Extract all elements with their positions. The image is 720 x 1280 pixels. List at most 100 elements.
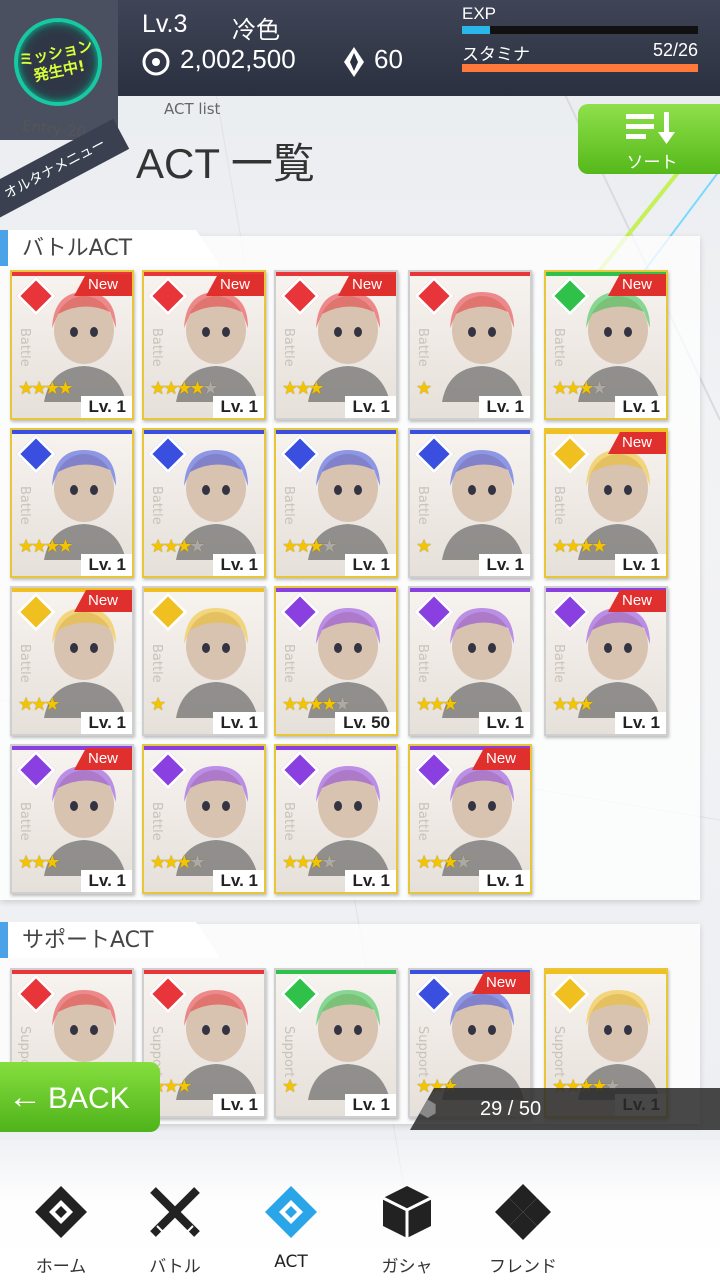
gem-count: 60 xyxy=(374,44,403,74)
card-stripe xyxy=(410,430,530,434)
nav-label: ACT xyxy=(274,1252,308,1272)
player-level: Lv.3 xyxy=(142,10,188,38)
act-card[interactable]: Battle ★★★★ Lv. 1 xyxy=(10,428,134,578)
new-badge: New xyxy=(206,274,264,296)
act-count: ⬢ 29 / 50 xyxy=(410,1088,720,1130)
card-stripe xyxy=(410,588,530,592)
act-card[interactable]: Battle New ★★★ Lv. 1 xyxy=(10,744,134,894)
act-card[interactable]: Battle ★★★★ Lv. 1 xyxy=(274,428,398,578)
act-card[interactable]: Battle ★ Lv. 1 xyxy=(408,428,532,578)
card-level: Lv. 1 xyxy=(212,396,264,418)
new-badge: New xyxy=(338,274,396,296)
card-stripe xyxy=(144,970,264,974)
mission-circle[interactable]: ミッション 発生中! xyxy=(14,18,102,106)
nav-act[interactable]: ACT xyxy=(236,1180,346,1280)
card-type-label: Battle xyxy=(551,328,566,367)
card-level: Lv. 1 xyxy=(80,396,132,418)
card-level: Lv. 1 xyxy=(344,396,396,418)
act-card[interactable]: Battle New ★★★★ Lv. 1 xyxy=(10,270,134,420)
act-card[interactable]: Battle New ★★★ Lv. 1 xyxy=(10,586,134,736)
act-card[interactable]: Battle ★ Lv. 1 xyxy=(142,586,266,736)
card-level: Lv. 1 xyxy=(212,554,264,576)
mission-text: ミッション 発生中! xyxy=(18,37,99,88)
bottom-nav: ホーム バトル ACT ガシャ フレンド xyxy=(0,1140,720,1280)
card-stripe xyxy=(410,272,530,276)
new-badge: New xyxy=(472,748,530,770)
act-card[interactable]: Battle New ★★★★ Lv. 1 xyxy=(408,744,532,894)
stamina-fill xyxy=(462,64,698,72)
act-card[interactable]: Battle ★ Lv. 1 xyxy=(408,270,532,420)
back-arrow-icon: ← xyxy=(8,1078,42,1116)
rarity-stars: ★ xyxy=(150,694,166,715)
page-subtitle: ACT list xyxy=(164,100,221,118)
support-act-header: サポートACT xyxy=(0,922,220,958)
card-level: Lv. 1 xyxy=(80,870,132,892)
mission-badge[interactable]: ミッション 発生中! Entry-20 オルタナメニュー xyxy=(0,0,130,220)
act-count-value: 29 / 50 xyxy=(480,1098,542,1120)
battle-act-header: バトルACT xyxy=(0,230,220,266)
new-badge: New xyxy=(472,972,530,994)
rarity-stars: ★★★★ xyxy=(150,852,206,873)
sort-button[interactable]: ソート xyxy=(578,104,720,174)
card-stripe xyxy=(144,588,264,592)
act-card[interactable]: Battle New ★★★★ Lv. 1 xyxy=(544,270,668,420)
act-card[interactable]: Battle ★★★★ Lv. 1 xyxy=(142,744,266,894)
page-title: ACT 一覧 xyxy=(136,140,315,187)
card-type-label: Battle xyxy=(17,802,32,841)
nav-label: ガシャ xyxy=(381,1257,433,1277)
rarity-stars: ★★★ xyxy=(18,852,60,873)
section-accent xyxy=(0,922,8,958)
card-level: Lv. 1 xyxy=(212,870,264,892)
card-type-label: Battle xyxy=(551,644,566,683)
new-badge: New xyxy=(74,590,132,612)
back-button[interactable]: ← BACK xyxy=(0,1062,160,1132)
card-type-label: Battle xyxy=(17,486,32,525)
card-type-label: Battle xyxy=(551,486,566,525)
card-type-label: Battle xyxy=(281,328,296,367)
nav-label: フレンド xyxy=(489,1257,557,1277)
act-card[interactable]: Battle ★★★★ Lv. 1 xyxy=(274,744,398,894)
nav-gacha[interactable]: ガシャ xyxy=(352,1180,462,1280)
stamina-bar xyxy=(462,64,698,72)
home-icon xyxy=(35,1186,87,1238)
act-icon xyxy=(265,1186,317,1238)
card-type-label: Battle xyxy=(149,802,164,841)
act-card[interactable]: Battle ★★★★ Lv. 1 xyxy=(142,428,266,578)
new-badge: New xyxy=(608,274,666,296)
card-level: Lv. 1 xyxy=(344,1094,396,1116)
card-stripe xyxy=(276,430,396,434)
card-type-label: Battle xyxy=(281,486,296,525)
card-type-label: Battle xyxy=(281,802,296,841)
rarity-stars: ★★★★★ xyxy=(150,378,219,399)
card-level: Lv. 1 xyxy=(80,554,132,576)
player-name: 冷色 xyxy=(232,16,280,44)
act-card[interactable]: Battle ★★★★★ Lv. 50 xyxy=(274,586,398,736)
card-level: Lv. 1 xyxy=(80,712,132,734)
act-card[interactable]: Support ★★★ Lv. 1 xyxy=(142,968,266,1118)
card-level: Lv. 50 xyxy=(335,712,396,734)
stamina-label: スタミナ xyxy=(462,45,530,65)
battle-icon xyxy=(150,1187,200,1237)
act-card[interactable]: Battle ★★★ Lv. 1 xyxy=(408,586,532,736)
card-stripe xyxy=(276,746,396,750)
rarity-stars: ★★★ xyxy=(416,694,458,715)
act-card[interactable]: Battle New ★★★★★ Lv. 1 xyxy=(142,270,266,420)
new-badge: New xyxy=(608,590,666,612)
card-type-label: Support xyxy=(281,1026,296,1078)
gem-icon xyxy=(344,47,364,77)
act-card[interactable]: Support ★ Lv. 1 xyxy=(274,968,398,1118)
card-type-label: Battle xyxy=(415,328,430,367)
act-card[interactable]: Battle New ★★★ Lv. 1 xyxy=(274,270,398,420)
act-card[interactable]: Battle New ★★★★ Lv. 1 xyxy=(544,428,668,578)
sort-label: ソート xyxy=(626,153,678,173)
exp-bar xyxy=(462,26,698,34)
nav-friend[interactable]: フレンド xyxy=(468,1180,578,1280)
rarity-stars: ★ xyxy=(416,536,432,557)
card-level: Lv. 1 xyxy=(614,396,666,418)
rarity-stars: ★★★★ xyxy=(416,852,472,873)
card-stripe xyxy=(276,970,396,974)
card-type-label: Battle xyxy=(149,486,164,525)
nav-battle[interactable]: バトル xyxy=(120,1180,230,1280)
nav-home[interactable]: ホーム xyxy=(6,1180,116,1280)
act-card[interactable]: Battle New ★★★ Lv. 1 xyxy=(544,586,668,736)
